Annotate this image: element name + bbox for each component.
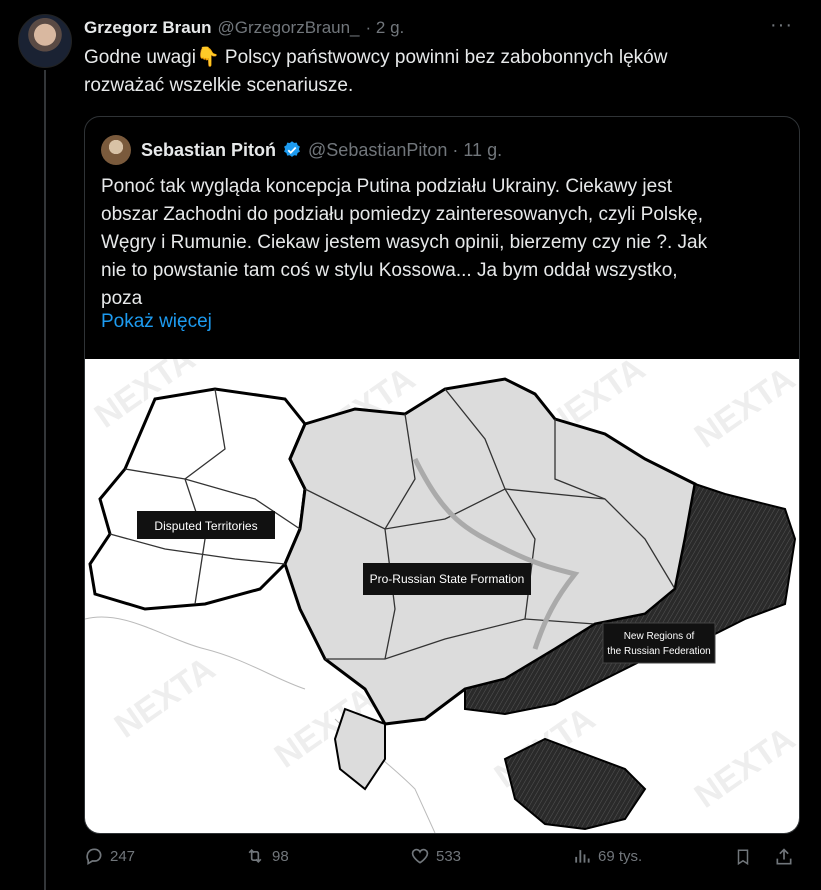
- quote-text-line: nie to powstanie tam coś w stylu Kossowa…: [101, 260, 678, 281]
- region-pro-russian[interactable]: [283, 377, 697, 726]
- views-button[interactable]: 69 tys.: [572, 846, 642, 866]
- verified-badge-icon: [284, 141, 300, 157]
- label-disputed: Disputed Territories: [137, 511, 275, 539]
- views-icon: [575, 850, 590, 863]
- quote-avatar: [101, 135, 131, 165]
- share-button[interactable]: [774, 846, 800, 868]
- quote-text-line: Węgry i Rumunie. Ciekaw jestem wasych op…: [101, 232, 708, 253]
- reply-button[interactable]: 247: [84, 846, 135, 866]
- label-new-regions-text-1: New Regions of: [624, 631, 695, 642]
- thread-line: [44, 70, 46, 890]
- quote-header: Sebastian Pitoń @SebastianPiton · 11 g.: [101, 135, 502, 165]
- tweet-text-line: rozważać wszelkie scenariusze.: [84, 75, 354, 96]
- watermark: NEXTA: [688, 720, 799, 816]
- bookmark-button[interactable]: [734, 846, 758, 868]
- quote-text-line: poza: [101, 288, 143, 309]
- watermark: NEXTA: [688, 360, 799, 456]
- ukraine-partition-map[interactable]: NEXTA NEXTA NEXTA NEXTA NEXTA NEXTA NEXT…: [85, 359, 799, 833]
- like-button[interactable]: 533: [410, 846, 461, 866]
- label-disputed-text: Disputed Territories: [154, 519, 257, 533]
- label-pro-russian: Pro-Russian State Formation: [363, 563, 531, 595]
- label-new-regions-text-2: the Russian Federation: [607, 646, 710, 657]
- region-odesa-strip: [333, 707, 386, 791]
- more-options-icon[interactable]: ···: [770, 14, 793, 37]
- reply-icon: [86, 848, 102, 865]
- author-name[interactable]: Grzegorz Braun: [84, 18, 212, 38]
- repost-count: 98: [272, 847, 289, 865]
- avatar[interactable]: [18, 14, 72, 68]
- reply-count: 247: [110, 847, 136, 865]
- bookmark-icon: [737, 849, 749, 866]
- quote-text: Ponoć tak wygląda koncepcja Putina podzi…: [101, 173, 781, 313]
- label-new-regions: New Regions of the Russian Federation: [602, 622, 716, 664]
- quote-author-name: Sebastian Pitoń: [141, 139, 277, 160]
- tweet-text-line: Godne uwagi👇 Polscy państwowcy powinni b…: [84, 47, 668, 68]
- like-count: 533: [436, 847, 462, 865]
- like-icon: [411, 848, 429, 864]
- tweet-text: Godne uwagi👇 Polscy państwowcy powinni b…: [84, 44, 784, 100]
- quote-author-handle: @SebastianPiton: [308, 139, 448, 160]
- label-pro-russian-text: Pro-Russian State Formation: [370, 572, 525, 586]
- repost-icon: [248, 848, 262, 864]
- views-count: 69 tys.: [598, 847, 643, 865]
- share-icon: [776, 848, 792, 865]
- quoted-tweet[interactable]: Sebastian Pitoń @SebastianPiton · 11 g. …: [84, 116, 800, 834]
- quote-text-line: Ponoć tak wygląda koncepcja Putina podzi…: [101, 176, 673, 197]
- author-handle[interactable]: @GrzegorzBraun_: [218, 18, 360, 38]
- quote-time: · 11 g.: [452, 139, 503, 160]
- region-crimea[interactable]: [503, 737, 647, 831]
- tweet-time[interactable]: · 2 g.: [366, 18, 405, 38]
- action-bar: 247 98 533 69 tys.: [84, 846, 804, 876]
- repost-button[interactable]: 98: [244, 846, 289, 866]
- watermark: NEXTA: [108, 650, 222, 746]
- tweet-header: Grzegorz Braun @GrzegorzBraun_ · 2 g.: [84, 16, 801, 40]
- quote-text-line: obszar Zachodni do podziału pomiedzy zai…: [101, 204, 703, 225]
- show-more-link[interactable]: Pokaż więcej: [101, 311, 212, 333]
